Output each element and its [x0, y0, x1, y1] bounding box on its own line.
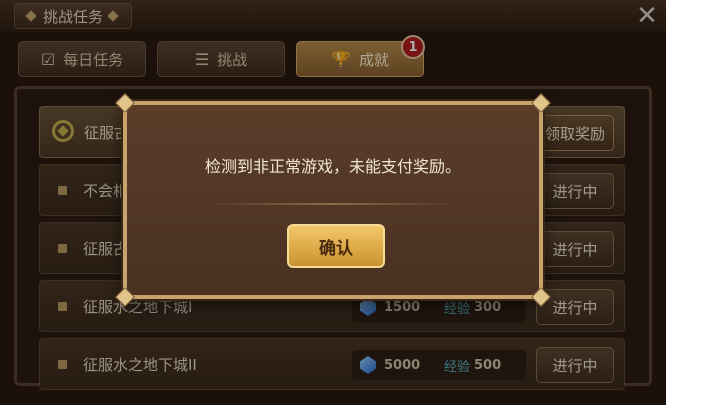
game-screen: 挑战任务 ✕ ☑ 每日任务 ☰ 挑战 🏆 成就 1 征服古 领取奖励 不会相 进…: [0, 0, 666, 405]
confirm-button[interactable]: 确认: [287, 224, 385, 268]
divider: [207, 203, 459, 205]
dialog-message: 检测到非正常游戏，未能支付奖励。: [204, 157, 461, 176]
alert-dialog: 检测到非正常游戏，未能支付奖励。 确认: [115, 93, 551, 307]
